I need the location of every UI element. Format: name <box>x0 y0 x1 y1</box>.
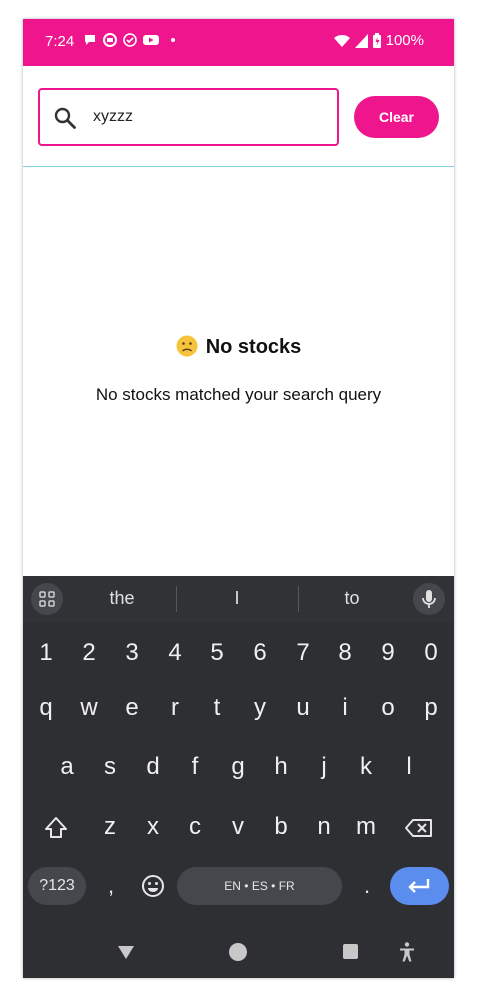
key-y[interactable]: y <box>240 688 280 728</box>
enter-icon <box>408 879 430 893</box>
symbols-key[interactable]: ?123 <box>28 867 86 905</box>
key-b[interactable]: b <box>261 807 301 847</box>
key-w[interactable]: w <box>69 688 109 728</box>
comma-key[interactable]: , <box>97 867 125 905</box>
key-r[interactable]: r <box>155 688 195 728</box>
key-k[interactable]: k <box>346 747 386 787</box>
frowning-face-icon <box>176 335 198 357</box>
key-p[interactable]: p <box>411 688 451 728</box>
key-l[interactable]: l <box>389 747 429 787</box>
key-s[interactable]: s <box>90 747 130 787</box>
navigation-bar <box>23 935 454 978</box>
empty-title-text: No stocks <box>205 336 302 358</box>
period-key[interactable]: . <box>353 867 381 905</box>
key-t[interactable]: t <box>197 688 237 728</box>
suggestion-3[interactable]: to <box>302 588 402 609</box>
status-right: 100% <box>333 32 424 49</box>
key-3[interactable]: 3 <box>112 633 152 673</box>
key-g[interactable]: g <box>218 747 258 787</box>
empty-state-message: No stocks matched your search query <box>95 385 382 404</box>
mic-button[interactable] <box>413 583 445 615</box>
key-0[interactable]: 0 <box>411 633 451 673</box>
key-2[interactable]: 2 <box>69 633 109 673</box>
check-circle-icon <box>123 33 137 47</box>
key-8[interactable]: 8 <box>325 633 365 673</box>
signal-icon <box>354 33 368 48</box>
key-c[interactable]: c <box>175 807 215 847</box>
soft-keyboard: the I to 1 2 3 4 5 6 7 8 9 0 q w e r t y… <box>23 576 454 978</box>
recents-button[interactable] <box>343 944 358 959</box>
battery-icon <box>372 33 381 48</box>
key-z[interactable]: z <box>90 807 130 847</box>
space-key[interactable]: EN • ES • FR <box>177 867 342 905</box>
key-o[interactable]: o <box>368 688 408 728</box>
home-button[interactable] <box>229 943 247 961</box>
apps-grid-button[interactable] <box>31 583 63 615</box>
phone-screen: 7:24 100% Clear No stocks <box>23 19 454 978</box>
enter-key[interactable] <box>390 867 449 905</box>
suggestion-strip: the I to <box>23 576 454 622</box>
key-4[interactable]: 4 <box>155 633 195 673</box>
suggestion-1[interactable]: the <box>72 588 172 609</box>
search-input[interactable] <box>93 103 323 131</box>
accessibility-icon[interactable] <box>397 941 417 963</box>
app-icon <box>103 33 117 47</box>
key-5[interactable]: 5 <box>197 633 237 673</box>
key-m[interactable]: m <box>346 807 386 847</box>
key-i[interactable]: i <box>325 688 365 728</box>
shift-icon[interactable] <box>41 813 71 843</box>
backspace-icon[interactable] <box>403 813 435 843</box>
key-n[interactable]: n <box>304 807 344 847</box>
key-v[interactable]: v <box>218 807 258 847</box>
key-d[interactable]: d <box>133 747 173 787</box>
status-bar: 7:24 100% <box>23 19 454 66</box>
emoji-icon[interactable] <box>138 871 168 901</box>
youtube-icon <box>143 35 159 45</box>
key-9[interactable]: 9 <box>368 633 408 673</box>
suggestion-separator <box>176 586 177 612</box>
search-icon <box>54 107 76 129</box>
empty-state-title: No stocks <box>23 335 454 359</box>
key-x[interactable]: x <box>133 807 173 847</box>
mic-icon <box>422 590 436 608</box>
battery-percent: 100% <box>385 32 424 49</box>
notification-icons <box>83 33 175 47</box>
key-u[interactable]: u <box>283 688 323 728</box>
key-1[interactable]: 1 <box>26 633 66 673</box>
key-e[interactable]: e <box>112 688 152 728</box>
back-icon[interactable] <box>115 941 137 963</box>
key-q[interactable]: q <box>26 688 66 728</box>
clear-button[interactable]: Clear <box>354 96 439 138</box>
search-field[interactable] <box>38 88 339 146</box>
key-6[interactable]: 6 <box>240 633 280 673</box>
chat-bubble-icon <box>85 35 95 45</box>
suggestion-2[interactable]: I <box>187 588 287 609</box>
key-a[interactable]: a <box>47 747 87 787</box>
key-h[interactable]: h <box>261 747 301 787</box>
header-divider <box>23 166 454 167</box>
more-notifications-dot <box>171 38 175 42</box>
suggestion-separator <box>298 586 299 612</box>
key-f[interactable]: f <box>175 747 215 787</box>
status-time: 7:24 <box>45 33 75 50</box>
key-7[interactable]: 7 <box>283 633 323 673</box>
wifi-icon <box>333 34 350 47</box>
key-j[interactable]: j <box>304 747 344 787</box>
apps-grid-icon <box>39 591 55 607</box>
